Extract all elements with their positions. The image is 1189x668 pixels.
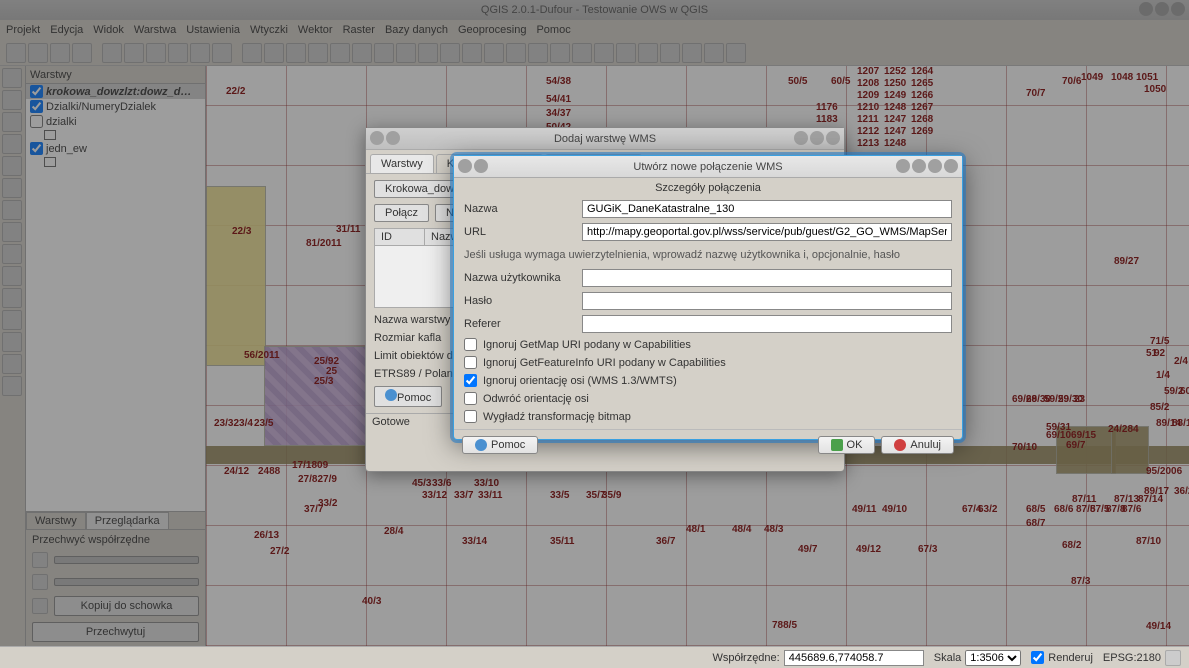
col-id: ID <box>375 229 425 245</box>
invert-axis-checkbox[interactable] <box>464 392 477 405</box>
label-layer-name: Nazwa warstwy <box>374 314 450 326</box>
password-label: Hasło <box>464 295 574 307</box>
dialog-help-icon[interactable] <box>896 159 910 173</box>
help-icon <box>385 389 397 401</box>
cancel-button[interactable]: Anuluj <box>881 436 954 454</box>
scale-label: Skala <box>934 652 962 664</box>
dialog-max-icon[interactable] <box>810 131 824 145</box>
smooth-label: Wygładź transformację bitmap <box>483 411 631 423</box>
name-label: Nazwa <box>464 203 574 215</box>
coord-value[interactable] <box>784 650 924 666</box>
dialog-title: Utwórz nowe połączenie WMS <box>633 161 782 173</box>
label-tile: Rozmiar kafla <box>374 332 441 344</box>
username-label: Nazwa użytkownika <box>464 272 574 284</box>
dialog-icon <box>474 159 488 173</box>
dialog-max-icon[interactable] <box>928 159 942 173</box>
section-title: Szczegóły połączenia <box>454 178 962 198</box>
ignore-getfeature-label: Ignoruj GetFeatureInfo URI podany w Capa… <box>483 357 726 369</box>
name-input[interactable] <box>582 200 952 218</box>
dialog-icon <box>370 131 384 145</box>
tab-warstwy[interactable]: Warstwy <box>370 154 434 173</box>
ignore-axis-checkbox[interactable] <box>464 374 477 387</box>
epsg-label[interactable]: EPSG:2180 <box>1103 652 1161 664</box>
scale-select[interactable]: 1:3506 <box>965 650 1021 666</box>
smooth-checkbox[interactable] <box>464 410 477 423</box>
main-window: QGIS 2.0.1-Dufour - Testowanie OWS w QGI… <box>0 0 1189 668</box>
help-icon <box>475 439 487 451</box>
dialog-icon <box>386 131 400 145</box>
referer-label: Referer <box>464 318 574 330</box>
referer-input[interactable] <box>582 315 952 333</box>
help-button[interactable]: Pomoc <box>462 436 538 454</box>
new-wms-connection-dialog: Utwórz nowe połączenie WMS Szczegóły poł… <box>453 155 963 440</box>
coord-label: Współrzędne: <box>712 652 779 664</box>
url-label: URL <box>464 226 574 238</box>
ignore-getfeature-checkbox[interactable] <box>464 356 477 369</box>
url-input[interactable] <box>582 223 952 241</box>
dialog-close-icon[interactable] <box>826 131 840 145</box>
render-checkbox[interactable] <box>1031 651 1044 664</box>
label-crs: ETRS89 / Poland <box>374 368 459 380</box>
dialog-title: Dodaj warstwę WMS <box>554 133 656 145</box>
dialog-min-icon[interactable] <box>912 159 926 173</box>
invert-axis-label: Odwróć orientację osi <box>483 393 589 405</box>
ignore-axis-label: Ignoruj orientację osi (WMS 1.3/WMTS) <box>483 375 677 387</box>
crs-icon[interactable] <box>1165 650 1181 666</box>
help-button: Pomoc <box>374 386 442 407</box>
statusbar: Współrzędne: Skala1:3506 Renderuj EPSG:2… <box>0 646 1189 668</box>
check-icon <box>831 439 843 451</box>
username-input[interactable] <box>582 269 952 287</box>
ignore-getmap-label: Ignoruj GetMap URI podany w Capabilities <box>483 339 691 351</box>
dialog-min-icon[interactable] <box>794 131 808 145</box>
connect-button[interactable]: Połącz <box>374 204 429 222</box>
dialog-close-icon[interactable] <box>944 159 958 173</box>
render-label: Renderuj <box>1048 652 1093 664</box>
dialog-icon <box>458 159 472 173</box>
ignore-getmap-checkbox[interactable] <box>464 338 477 351</box>
cancel-icon <box>894 439 906 451</box>
auth-note: Jeśli usługa wymaga uwierzytelnienia, wp… <box>464 246 952 264</box>
ok-button[interactable]: OK <box>818 436 876 454</box>
password-input[interactable] <box>582 292 952 310</box>
